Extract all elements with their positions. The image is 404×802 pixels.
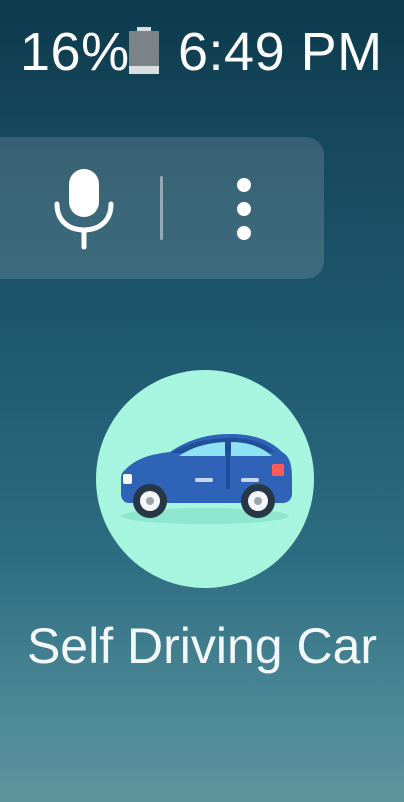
- car-icon[interactable]: [96, 370, 314, 588]
- battery-percentage: 16%: [20, 22, 130, 82]
- clock: 6:49 PM: [178, 22, 383, 82]
- battery-icon: [129, 27, 159, 74]
- app-label: Self Driving Car: [26, 618, 378, 674]
- search-divider: [160, 176, 163, 240]
- app-tile-self-driving-car[interactable]: Self Driving Car: [0, 370, 404, 750]
- status-bar: 16% 6:49 PM: [0, 0, 404, 104]
- more-vertical-icon[interactable]: [222, 170, 266, 246]
- microphone-icon[interactable]: [52, 168, 116, 250]
